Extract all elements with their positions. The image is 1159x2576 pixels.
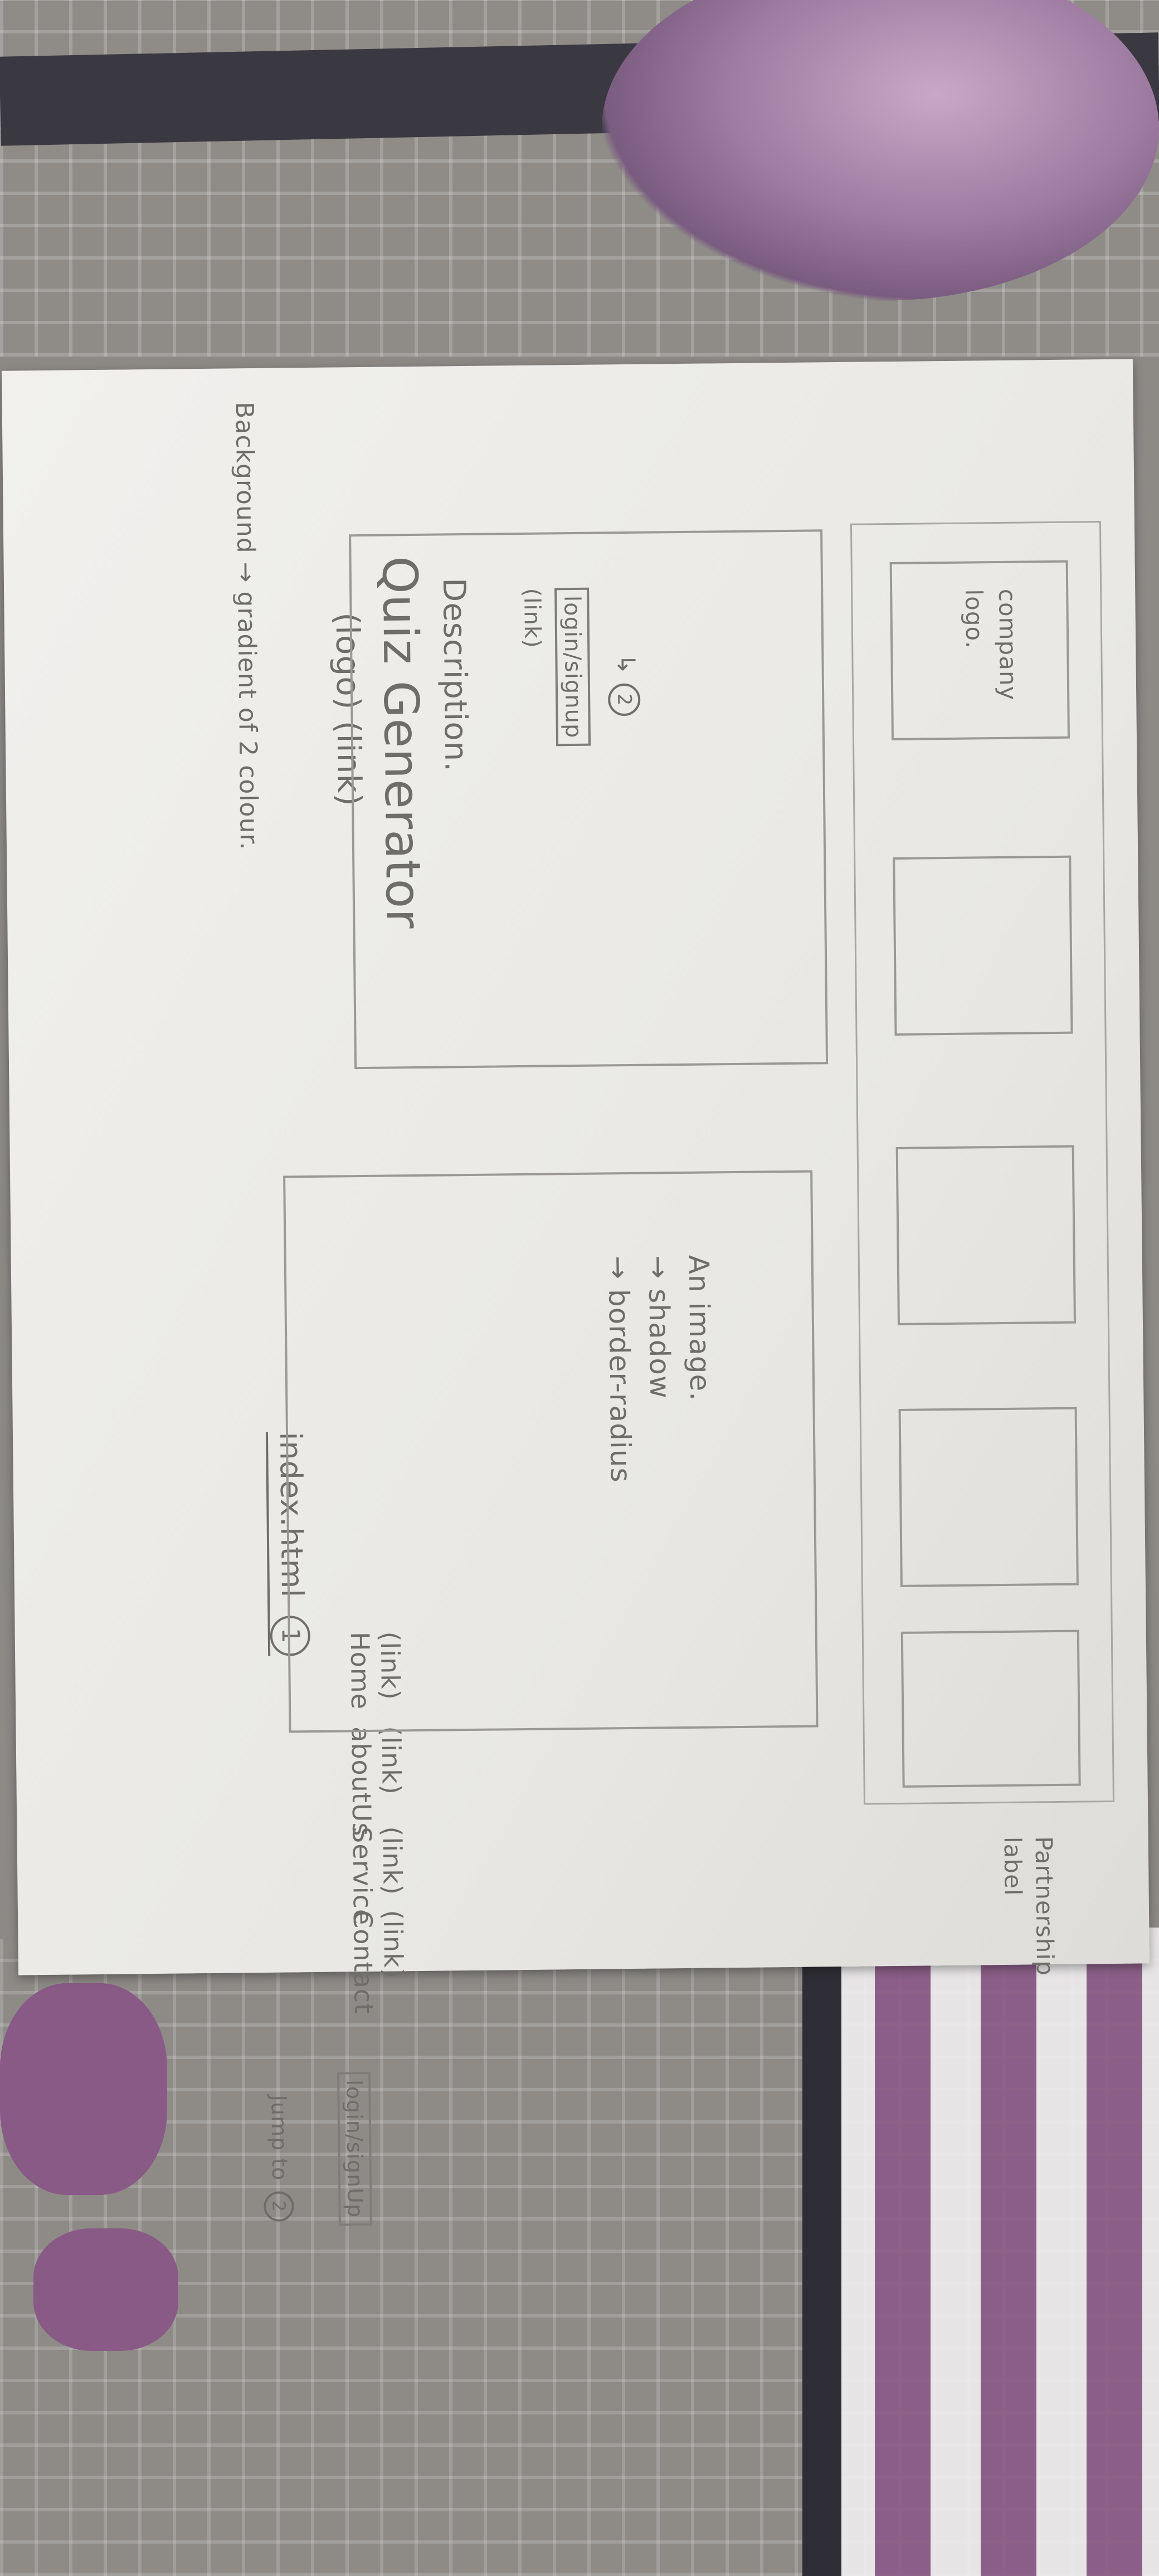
nav-link-aboutus: (link) aboutUs	[345, 1726, 407, 1836]
fabric-dark-stripe	[802, 1928, 841, 2576]
hero-login-signup-label: login/signup	[559, 595, 586, 739]
partner-logo-box-5	[900, 1629, 1081, 1788]
fabric-purple-blot	[33, 2228, 178, 2351]
header-login-signup-label: login/signUp	[342, 2080, 368, 2218]
hero-arrow: ↳ 2	[607, 653, 641, 716]
jump-target-badge: 2	[264, 2191, 294, 2222]
nav-label-aboutus: aboutUs	[345, 1726, 377, 1837]
partner-logo-line1: company	[994, 588, 1022, 701]
hero-image-box	[283, 1170, 819, 1733]
partnership-label: Partnership label	[997, 1836, 1061, 1977]
nav-tag-contact: (link)	[377, 1910, 409, 1979]
sketch-paper: Background → gradient of 2 colour. (logo…	[1, 359, 1150, 2226]
hero-login-signup-box: login/signup	[554, 587, 591, 747]
hero-description: Description.	[435, 577, 474, 773]
hero-image-line1: An image.	[682, 1255, 717, 1402]
fabric-purple-pattern	[825, 1928, 1159, 2576]
hero-image-line2: → shadow	[642, 1255, 676, 1399]
wireframe-sketch: Background → gradient of 2 colour. (logo…	[2, 359, 1150, 2226]
partnership-label-line2: label	[999, 1836, 1027, 1896]
nav-link-contact: (link) Contact	[348, 1910, 409, 2014]
hero-arrow-target-badge: 2	[607, 683, 641, 716]
background-note: Background → gradient of 2 colour.	[230, 401, 264, 851]
header-login-signup-box: login/signUp	[337, 2071, 372, 2226]
partner-logo-line2: logo.	[960, 589, 988, 650]
partner-logo-text: company logo.	[957, 589, 1025, 701]
nav-tag-aboutus: (link)	[376, 1726, 407, 1796]
hero-arrow-glyph: ↳	[611, 653, 640, 676]
partnership-label-line1: Partnership	[1030, 1836, 1059, 1976]
photo-scene: Background → gradient of 2 colour. (logo…	[0, 0, 1159, 2576]
hero-link-tag: (link)	[519, 588, 546, 648]
hero-image-line3: → border-radius	[602, 1255, 637, 1483]
partner-logo-box-2	[893, 855, 1073, 1036]
partner-logo-box-3	[895, 1145, 1076, 1325]
hero-arrow-target: 2	[613, 693, 636, 706]
jump-note-text: Jump to	[266, 2095, 293, 2181]
jump-target: 2	[268, 2200, 290, 2213]
nav-label-contact: Contact	[347, 1910, 379, 2014]
hero-image-notes: An image. → shadow → border-radius	[598, 1255, 721, 1483]
jump-note: Jump to 2	[262, 2095, 294, 2222]
partner-logo-box-4	[898, 1407, 1079, 1587]
fabric-purple-blot	[0, 1983, 167, 2195]
